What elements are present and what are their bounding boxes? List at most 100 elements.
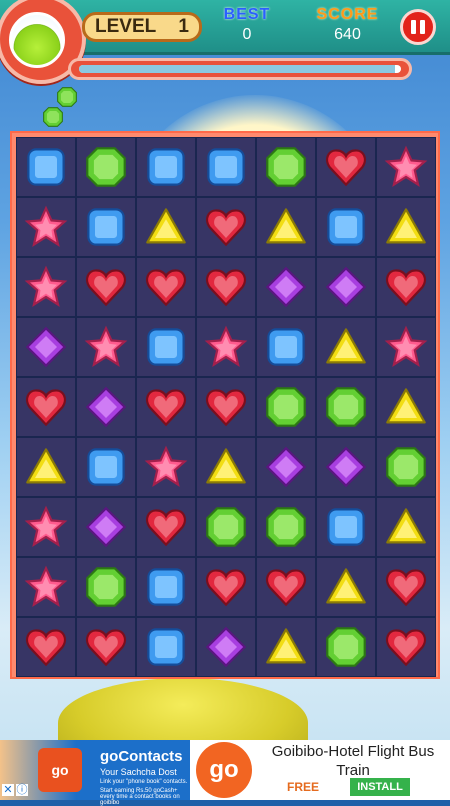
board-cell[interactable] xyxy=(316,617,376,677)
board-cell[interactable] xyxy=(256,257,316,317)
board-cell[interactable] xyxy=(316,437,376,497)
board-cell[interactable] xyxy=(376,617,436,677)
pink-gem-icon xyxy=(384,145,428,187)
ad-left-panel[interactable]: go goContacts Your Sachcha Dost Link you… xyxy=(0,740,190,806)
yellow-gem-icon xyxy=(146,208,186,244)
board-cell[interactable] xyxy=(76,557,136,617)
board-cell[interactable] xyxy=(76,437,136,497)
board-cell[interactable] xyxy=(16,437,76,497)
board-cell[interactable] xyxy=(136,617,196,677)
board-cell[interactable] xyxy=(256,317,316,377)
purple-gem-icon xyxy=(85,386,127,428)
board-cell[interactable] xyxy=(16,377,76,437)
info-icon[interactable]: ⓘ xyxy=(16,784,28,796)
red-gem-icon xyxy=(86,269,126,307)
board-cell[interactable] xyxy=(76,257,136,317)
board-cell[interactable] xyxy=(316,497,376,557)
ad-left-subtitle: Your Sachcha Dost xyxy=(100,767,177,777)
ad-banner[interactable]: go goContacts Your Sachcha Dost Link you… xyxy=(0,740,450,806)
score-label: SCORE xyxy=(316,6,379,23)
board-cell[interactable] xyxy=(16,257,76,317)
blue-gem-icon xyxy=(267,328,305,366)
green-gem-icon xyxy=(386,447,426,487)
board-cell[interactable] xyxy=(16,557,76,617)
board-cell[interactable] xyxy=(196,197,256,257)
board-cell[interactable] xyxy=(256,617,316,677)
progress-bar xyxy=(68,58,412,80)
board-cell[interactable] xyxy=(76,197,136,257)
board-cell[interactable] xyxy=(316,197,376,257)
board-cell[interactable] xyxy=(136,317,196,377)
ad-left-line2: Start earning Rs.50 goCash+ every time a… xyxy=(100,788,180,806)
board-cell[interactable] xyxy=(256,137,316,197)
board-cell[interactable] xyxy=(376,377,436,437)
board-cell[interactable] xyxy=(76,617,136,677)
yellow-gem-icon xyxy=(266,628,306,664)
board-cell[interactable] xyxy=(196,317,256,377)
board-cell[interactable] xyxy=(136,437,196,497)
progress-track xyxy=(79,65,401,73)
game-board xyxy=(10,131,440,679)
install-button[interactable]: INSTALL xyxy=(350,778,410,796)
blue-gem-icon xyxy=(27,148,65,186)
board-cell[interactable] xyxy=(16,197,76,257)
board-cell[interactable] xyxy=(316,317,376,377)
red-gem-icon xyxy=(386,269,426,307)
board-cell[interactable] xyxy=(196,137,256,197)
board-cell[interactable] xyxy=(136,557,196,617)
board-cell[interactable] xyxy=(196,257,256,317)
blue-gem-icon xyxy=(207,148,245,186)
board-cell[interactable] xyxy=(196,557,256,617)
yellow-gem-icon xyxy=(386,388,426,424)
score-stat: SCORE 640 xyxy=(315,6,380,44)
board-cell[interactable] xyxy=(376,557,436,617)
board-cell[interactable] xyxy=(316,137,376,197)
board-cell[interactable] xyxy=(196,437,256,497)
board-cell[interactable] xyxy=(376,437,436,497)
board-cell[interactable] xyxy=(256,197,316,257)
board-cell[interactable] xyxy=(376,497,436,557)
board-cell[interactable] xyxy=(196,377,256,437)
board-cell[interactable] xyxy=(376,137,436,197)
board-cell[interactable] xyxy=(136,137,196,197)
red-gem-icon xyxy=(206,269,246,307)
level-box: LEVEL 1 xyxy=(82,12,202,42)
blue-gem-icon xyxy=(327,508,365,546)
board-cell[interactable] xyxy=(316,377,376,437)
board-cell[interactable] xyxy=(196,617,256,677)
board-cell[interactable] xyxy=(16,617,76,677)
board-cell[interactable] xyxy=(376,197,436,257)
board-cell[interactable] xyxy=(136,257,196,317)
red-gem-icon xyxy=(206,569,246,607)
board-cell[interactable] xyxy=(256,497,316,557)
board-cell[interactable] xyxy=(256,557,316,617)
green-gem-icon xyxy=(266,147,306,187)
yellow-gem-icon xyxy=(386,508,426,544)
board-cell[interactable] xyxy=(316,257,376,317)
ad-left-title: goContacts xyxy=(100,748,183,765)
board-cell[interactable] xyxy=(136,197,196,257)
board-cell[interactable] xyxy=(376,257,436,317)
board-cell[interactable] xyxy=(256,377,316,437)
board-cell[interactable] xyxy=(76,317,136,377)
ad-controls: ✕ ⓘ xyxy=(2,784,28,796)
board-cell[interactable] xyxy=(16,137,76,197)
board-cell[interactable] xyxy=(136,377,196,437)
pause-button[interactable] xyxy=(400,9,436,45)
close-icon[interactable]: ✕ xyxy=(2,784,14,796)
board-cell[interactable] xyxy=(16,497,76,557)
board-cell[interactable] xyxy=(136,497,196,557)
best-value: 0 xyxy=(242,26,252,43)
board-cell[interactable] xyxy=(256,437,316,497)
board-cell[interactable] xyxy=(196,497,256,557)
board-cell[interactable] xyxy=(76,377,136,437)
green-gem-icon xyxy=(57,87,77,107)
yellow-gem-icon xyxy=(206,448,246,484)
board-cell[interactable] xyxy=(376,317,436,377)
red-gem-icon xyxy=(26,629,66,667)
board-cell[interactable] xyxy=(16,317,76,377)
pink-gem-icon xyxy=(384,325,428,367)
board-cell[interactable] xyxy=(76,137,136,197)
board-cell[interactable] xyxy=(76,497,136,557)
board-cell[interactable] xyxy=(316,557,376,617)
